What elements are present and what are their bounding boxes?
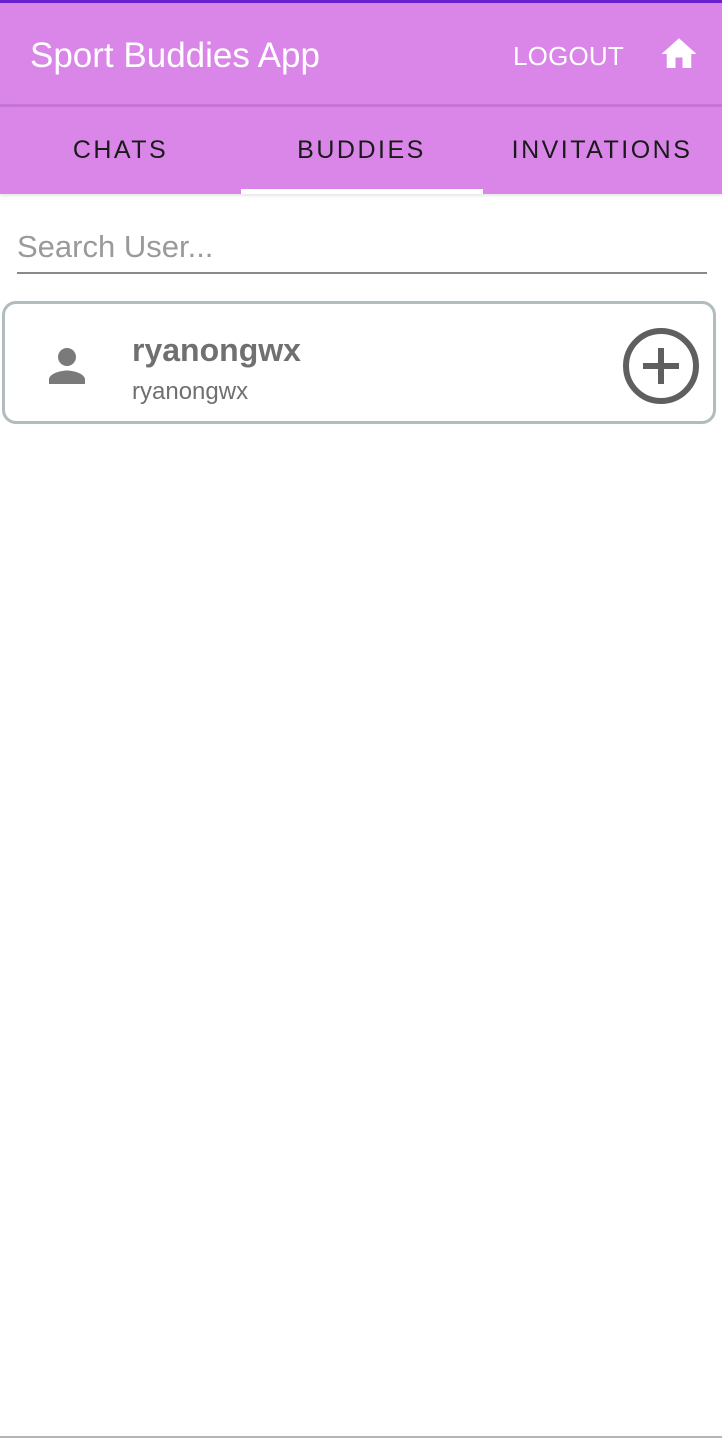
home-button[interactable] — [658, 33, 700, 75]
user-display-name: ryanongwx — [132, 332, 301, 368]
app-title: Sport Buddies App — [30, 36, 320, 75]
person-icon — [40, 339, 94, 393]
tab-buddies[interactable]: BUDDIES — [241, 107, 482, 194]
add-buddy-button[interactable] — [621, 326, 701, 406]
screen: Sport Buddies App LOGOUT CHATS BUDDIES I… — [0, 0, 722, 1438]
user-username: ryanongwx — [132, 378, 249, 405]
add-circle-icon — [621, 326, 701, 406]
selected-tab-indicator — [241, 189, 483, 194]
tab-bar: CHATS BUDDIES INVITATIONS — [0, 107, 722, 194]
logout-button[interactable]: LOGOUT — [513, 39, 624, 73]
tab-invitations[interactable]: INVITATIONS — [482, 107, 722, 194]
user-list-item[interactable]: ryanongwx ryanongwx — [2, 301, 716, 424]
app-bar: Sport Buddies App LOGOUT — [0, 3, 722, 104]
search-container — [17, 222, 707, 276]
search-input[interactable] — [17, 222, 707, 274]
tab-chats[interactable]: CHATS — [0, 107, 241, 194]
home-icon — [658, 33, 700, 75]
